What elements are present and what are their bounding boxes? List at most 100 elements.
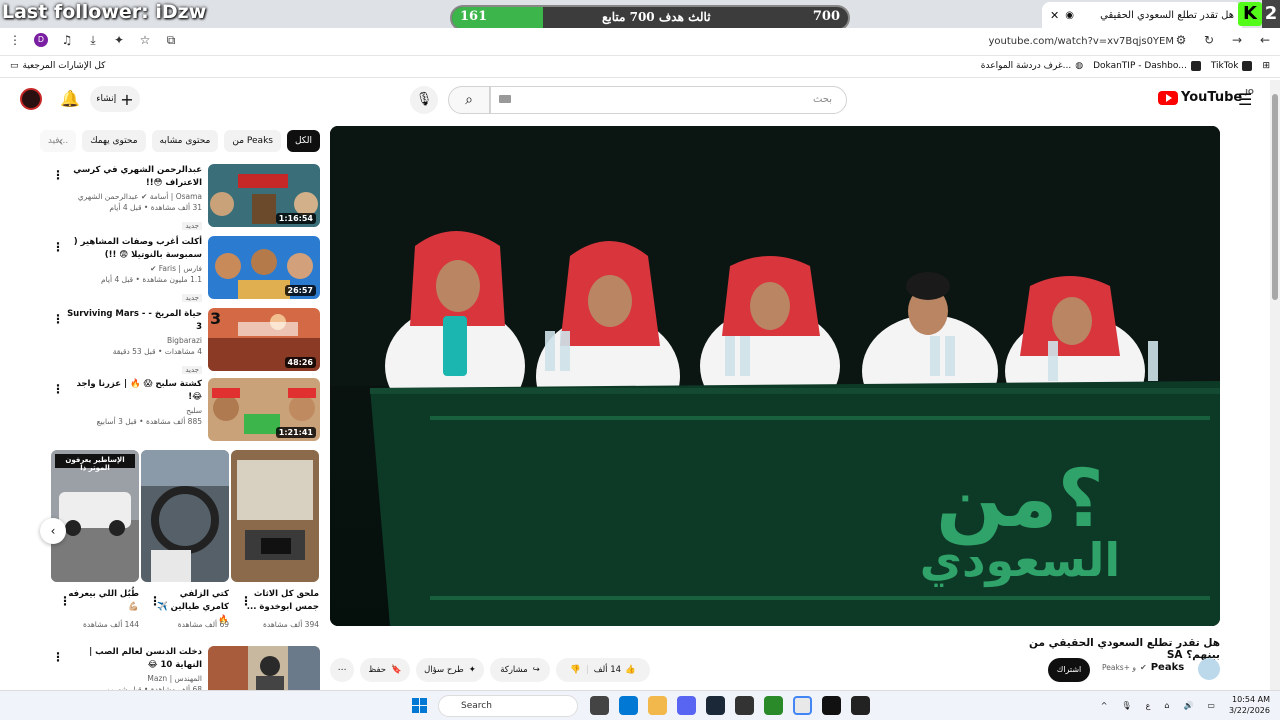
apps-grid-icon[interactable]: ⊞ — [1262, 61, 1270, 71]
video-title[interactable]: أكلت أغرب وصفات المشاهير ( سمبوسة بالنوت… — [62, 236, 202, 262]
more-options-icon[interactable]: ⋮ — [52, 312, 64, 326]
account-avatar[interactable] — [20, 88, 42, 110]
app-icon[interactable] — [619, 696, 638, 715]
download-icon[interactable]: ⤓ — [86, 33, 100, 47]
folder-icon[interactable] — [648, 696, 667, 715]
short-thumbnail[interactable]: الإساطير يعرفون الموتر ذا — [51, 450, 139, 582]
hamburger-menu-icon[interactable]: ☰ — [1238, 90, 1252, 109]
voice-search-icon[interactable]: 🎙 — [410, 86, 438, 114]
active-tab[interactable]: هل تقدر تطلع السعودي الحقيقي ◉ ✕ — [1042, 2, 1242, 28]
app-icon[interactable] — [764, 696, 783, 715]
short-title[interactable]: طُبُل اللي بيعرفه 💪🏼 — [61, 588, 139, 614]
tiktok-icon[interactable] — [822, 696, 841, 715]
capcut-icon[interactable] — [851, 696, 870, 715]
chip-all[interactable]: الكل — [286, 130, 320, 152]
site-settings-icon[interactable]: ⚙ — [1174, 33, 1188, 47]
more-options-icon[interactable]: ⋮ — [52, 240, 64, 254]
reload-icon[interactable]: ↻ — [1202, 33, 1216, 47]
thumbs-up-icon: 👍 — [625, 665, 636, 675]
extensions-icon[interactable]: ✦ — [112, 33, 126, 47]
video-thumbnail[interactable]: 1:21:41 — [208, 378, 320, 441]
url-field[interactable]: youtube.com/watch?v=xv7Bqjs0YEM — [988, 36, 1174, 47]
more-options-icon[interactable]: ⋮ — [149, 594, 161, 608]
chevron-up-icon[interactable]: ^ — [1101, 701, 1108, 710]
obs-icon[interactable] — [735, 696, 754, 715]
video-title[interactable]: حياة المريخ - Surviving Mars - 3 — [62, 308, 202, 334]
video-channel[interactable]: فارس | Faris ✔ — [62, 263, 202, 274]
clock[interactable]: 10:54 AM 3/22/2026 — [1229, 694, 1270, 716]
save-button[interactable]: 🔖 حفظ — [360, 658, 410, 682]
chip-for-you[interactable]: محتوى يهمك — [82, 130, 146, 152]
mute-icon[interactable]: ◉ — [1065, 10, 1074, 21]
chip-similar[interactable]: محتوى مشابه — [151, 130, 219, 152]
video-channel[interactable]: Osama | أسامة ✔ عبدالرحمن الشهري — [62, 191, 202, 202]
video-title[interactable]: كشتة سلبح 😱 🔥 | عزرنا واجد 😂! — [62, 378, 202, 404]
language-indicator[interactable]: ع — [1146, 701, 1151, 710]
ask-button[interactable]: ✦ طرح سؤال — [416, 658, 484, 682]
forward-icon[interactable]: → — [1230, 33, 1244, 47]
bookmark-tiktok[interactable]: TikTok — [1211, 61, 1253, 71]
subscribe-button[interactable]: اشتراك — [1048, 658, 1090, 682]
page-scrollbar[interactable] — [1270, 80, 1280, 690]
keyboard-icon[interactable] — [499, 95, 511, 103]
battery-icon[interactable]: ▭ — [1207, 701, 1215, 710]
video-thumbnail[interactable]: 1:16:54 — [208, 164, 320, 227]
share-button[interactable]: ↪ مشاركة — [490, 658, 550, 682]
video-thumbnail[interactable]: 26:57 — [208, 236, 320, 299]
chip-from-peaks[interactable]: من Peaks — [224, 130, 281, 152]
channel-name[interactable]: Peaks+ و ✔ Peaks — [1102, 662, 1184, 673]
short-title[interactable]: ملحق كل الاثاث جمس ابوخدوة ... — [241, 588, 319, 614]
video-channel[interactable]: Bigbarazi — [62, 335, 202, 346]
last-follower-overlay: Last follower: iDzw — [2, 1, 207, 23]
close-tab-icon[interactable]: ✕ — [1050, 9, 1059, 22]
steam-icon[interactable] — [706, 696, 725, 715]
task-view-icon[interactable] — [590, 696, 609, 715]
more-options-icon[interactable]: ⋮ — [52, 382, 64, 396]
video-title[interactable]: دخلت الدنسن لعالم الصب | النهاية 10 😂 — [62, 646, 202, 672]
video-player[interactable]: ؟من السعودي — [330, 126, 1220, 626]
more-actions-button[interactable]: ⋯ — [330, 658, 354, 682]
video-thumbnail[interactable]: 3 48:26 — [208, 308, 320, 371]
volume-icon[interactable]: 🔊 — [1183, 701, 1193, 710]
menu-dots-icon[interactable]: ⋮ — [8, 33, 22, 47]
related-video[interactable]: 26:57 أكلت أغرب وصفات المشاهير ( سمبوسة … — [50, 236, 320, 302]
related-video[interactable]: 3 48:26 حياة المريخ - Surviving Mars - 3… — [50, 308, 320, 374]
chrome-icon[interactable] — [793, 696, 812, 715]
short-thumbnail[interactable] — [231, 450, 319, 582]
scroll-thumb[interactable] — [1272, 94, 1278, 300]
bookmark-dokantip[interactable]: DokanTIP - Dashbo... — [1093, 61, 1201, 71]
search-input[interactable]: بحث — [490, 86, 847, 114]
video-channel[interactable]: المهندس | Mazn — [62, 673, 202, 684]
taskbar-search[interactable]: Search — [438, 695, 578, 717]
mic-icon[interactable]: 🎙 — [1121, 701, 1131, 710]
profile-avatar[interactable]: D — [34, 33, 48, 47]
related-video[interactable]: 1:16:54 عبدالرحمن الشهري في كرسي الاعترا… — [50, 164, 320, 230]
related-video[interactable]: 1:21:41 كشتة سلبح 😱 🔥 | عزرنا واجد 😂! سل… — [50, 378, 320, 444]
media-controls-icon[interactable]: ♫ — [60, 33, 74, 47]
short-thumbnail[interactable] — [141, 450, 229, 582]
network-icon[interactable]: ⌂ — [1164, 701, 1169, 710]
bookmark-star-icon[interactable]: ☆ — [138, 33, 152, 47]
back-icon[interactable]: ← — [1258, 33, 1272, 47]
more-options-icon[interactable]: ⋮ — [59, 594, 71, 608]
chip-more[interactable]: فيد... — [39, 130, 77, 152]
channel-avatar[interactable] — [1198, 658, 1220, 680]
more-options-icon[interactable]: ⋮ — [240, 594, 252, 608]
notifications-bell-icon[interactable]: 🔔 — [60, 89, 80, 108]
install-app-icon[interactable]: ⧉ — [164, 33, 178, 47]
shorts-prev-button[interactable]: ‹ — [40, 518, 66, 544]
search-button[interactable]: ⌕ — [448, 86, 490, 114]
bookmark-dating[interactable]: غرف دردشة المواعدة... ◍ — [981, 61, 1083, 71]
video-title[interactable]: عبدالرحمن الشهري في كرسي الاعتراف 😳!! — [62, 164, 202, 190]
start-windows-icon[interactable] — [412, 698, 428, 714]
like-button[interactable]: 👍 14 ألف — [594, 665, 636, 675]
all-bookmarks-label: كل الإشارات المرجعية — [22, 61, 106, 71]
create-button[interactable]: إنشاء + — [90, 86, 140, 112]
all-bookmarks[interactable]: ▭ كل الإشارات المرجعية — [10, 61, 105, 71]
discord-icon[interactable] — [677, 696, 696, 715]
goal-target: 700 — [812, 9, 840, 24]
dislike-button[interactable]: 👎 — [570, 665, 581, 675]
more-options-icon[interactable]: ⋮ — [52, 650, 64, 664]
video-channel[interactable]: سلبح — [62, 405, 202, 416]
more-options-icon[interactable]: ⋮ — [52, 168, 64, 182]
